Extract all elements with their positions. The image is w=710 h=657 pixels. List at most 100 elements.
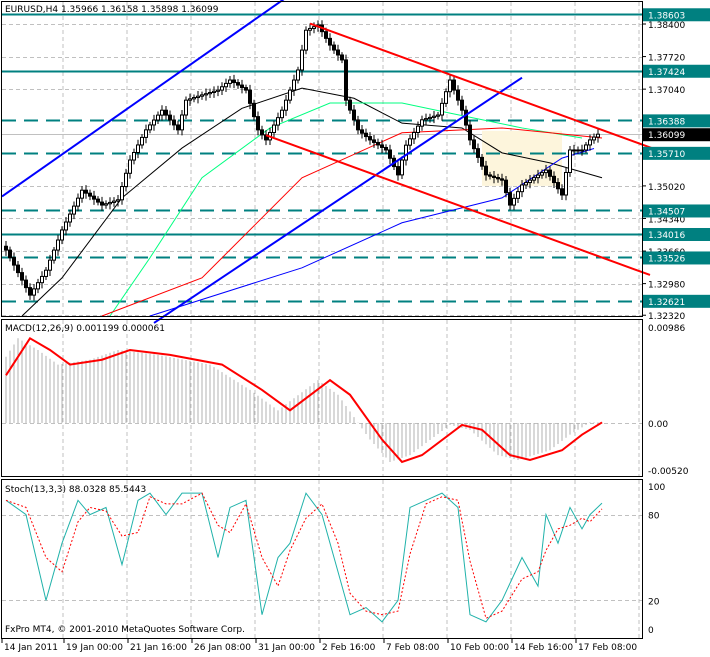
candle (156, 111, 160, 125)
candle-body-bull (224, 82, 228, 88)
candle (160, 105, 164, 121)
candle-body-bear (8, 249, 12, 259)
candle-body-bull (80, 189, 84, 199)
candle (108, 197, 112, 210)
candle-body-bull (56, 239, 60, 251)
candle (400, 156, 404, 179)
candle (340, 52, 344, 64)
candle (336, 44, 340, 61)
candle-body-bull (596, 133, 600, 138)
time-tick-label: 19 Jan 00:00 (66, 643, 123, 653)
candle-body-bull (124, 172, 128, 188)
candle (92, 190, 96, 205)
candle-body-bear (348, 99, 352, 111)
candle-body-bull (528, 179, 532, 184)
price-level-label: 1.34016 (648, 231, 685, 241)
candle-body-bear (504, 179, 508, 194)
candle-body-bull (276, 117, 280, 126)
candle-body-bear (452, 79, 456, 91)
candle-body-bull (196, 95, 200, 99)
candle (88, 189, 92, 201)
candle (208, 88, 212, 98)
candle (68, 209, 72, 227)
stoch-panel (5, 492, 603, 623)
candle-body-bull (160, 109, 164, 116)
candle-body-bear (172, 119, 176, 126)
candle-body-bull (148, 124, 152, 131)
candle (128, 155, 132, 179)
candle-body-bear (100, 201, 104, 206)
candle (344, 54, 348, 106)
candle-body-bear (508, 192, 512, 206)
candle-body-bear (248, 89, 252, 104)
candle-body-bear (388, 149, 392, 159)
candle (168, 110, 172, 126)
candle-body-bear (380, 144, 384, 148)
macd-tick-label: 0.00 (648, 420, 668, 430)
candle (396, 161, 400, 181)
candle (404, 140, 408, 166)
candle-body-bear (4, 245, 8, 251)
candle (420, 115, 424, 131)
price-level-label: 1.38603 (648, 11, 685, 21)
red-channel-lower (265, 134, 651, 276)
candle (172, 115, 176, 131)
price-level-label: 1.37424 (648, 68, 685, 78)
candle-body-bull (564, 171, 568, 196)
candle (76, 193, 80, 212)
candle-body-bull (60, 229, 64, 241)
candle (460, 95, 464, 116)
candle-body-bull (220, 86, 224, 91)
time-tick-label: 31 Jan 00:00 (258, 643, 315, 653)
candle-body-bear (256, 116, 260, 131)
candle (136, 139, 140, 159)
candle-body-bull (216, 89, 220, 92)
candle-body-bear (164, 109, 168, 116)
candle (56, 234, 60, 256)
candle (296, 66, 300, 84)
candle-body-bull (76, 197, 80, 207)
candle-body-bear (376, 141, 380, 146)
candle-body-bull (68, 213, 72, 223)
candle (436, 112, 440, 120)
candle (180, 109, 184, 136)
mt4-chart-window[interactable]: 1.384001.377201.370401.350201.343401.336… (0, 0, 710, 653)
candle-body-bear (96, 198, 100, 203)
candle (144, 124, 148, 144)
candle-body-bull (284, 99, 288, 111)
macd-title: MACD(12,26,9) 0.001199 0.000061 (5, 324, 165, 334)
candle (384, 144, 388, 154)
candle-body-bull (412, 131, 416, 140)
candle (456, 85, 460, 106)
candle-body-bull (436, 114, 440, 117)
candle-body-bull (280, 109, 284, 119)
candle (424, 113, 428, 126)
time-tick-label: 14 Jan 2011 (4, 643, 58, 653)
candle-body-bear (480, 156, 484, 167)
stoch-tick-label: 100 (648, 483, 665, 493)
price-level-label: 1.35710 (648, 150, 685, 160)
candle-body-bull (200, 94, 204, 97)
candle-body-bull (536, 174, 540, 179)
candle-body-bear (496, 177, 500, 180)
candle-body-bull (516, 191, 520, 199)
candle-body-bull (184, 99, 188, 116)
candle-body-bull (440, 102, 444, 116)
candle (96, 196, 100, 206)
candle (276, 112, 280, 131)
candle-body-bear (476, 148, 480, 158)
candle (408, 134, 412, 150)
price-tick-label: 1.32980 (648, 281, 685, 291)
candle (348, 96, 352, 114)
candle-body-bull (108, 201, 112, 205)
candle-body-bear (176, 124, 180, 131)
candle (64, 217, 68, 236)
stoch-panel-frame (1, 479, 643, 639)
candle (52, 246, 56, 264)
candle-body-bear (360, 129, 364, 134)
candle (72, 201, 76, 220)
candle-body-bull (132, 151, 136, 161)
candle-body-bull (544, 169, 548, 174)
time-tick-label: 17 Feb 08:00 (578, 643, 637, 653)
candle (264, 130, 268, 146)
